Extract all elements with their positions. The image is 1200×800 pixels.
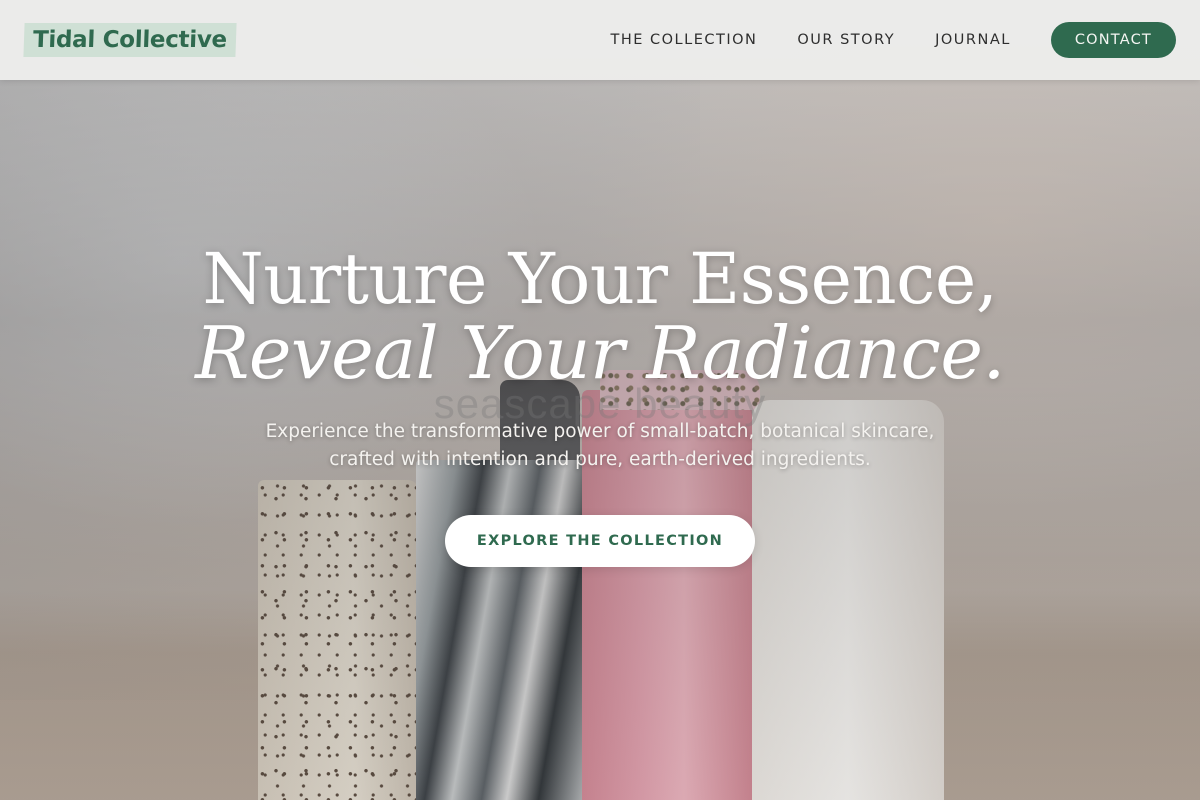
brand-logo[interactable]: Tidal Collective <box>23 23 237 57</box>
main-nav: THE COLLECTION OUR STORY JOURNAL CONTACT <box>610 0 1200 80</box>
contact-button[interactable]: CONTACT <box>1050 22 1176 58</box>
hero-headline-line2: Reveal Your Radiance. <box>195 311 1005 395</box>
nav-link-journal[interactable]: JOURNAL <box>935 32 1011 48</box>
explore-collection-button[interactable]: EXPLORE THE COLLECTION <box>445 515 755 567</box>
hero-headline-line1: Nurture Your Essence, <box>202 238 998 320</box>
hero-content: Nurture Your Essence, Reveal Your Radian… <box>0 240 1200 567</box>
nav-link-our-story[interactable]: OUR STORY <box>797 32 895 48</box>
hero-subtext: Experience the transformative power of s… <box>265 421 935 470</box>
nav-link-the-collection[interactable]: THE COLLECTION <box>610 32 757 48</box>
site-header: Tidal Collective THE COLLECTION OUR STOR… <box>0 0 1200 80</box>
